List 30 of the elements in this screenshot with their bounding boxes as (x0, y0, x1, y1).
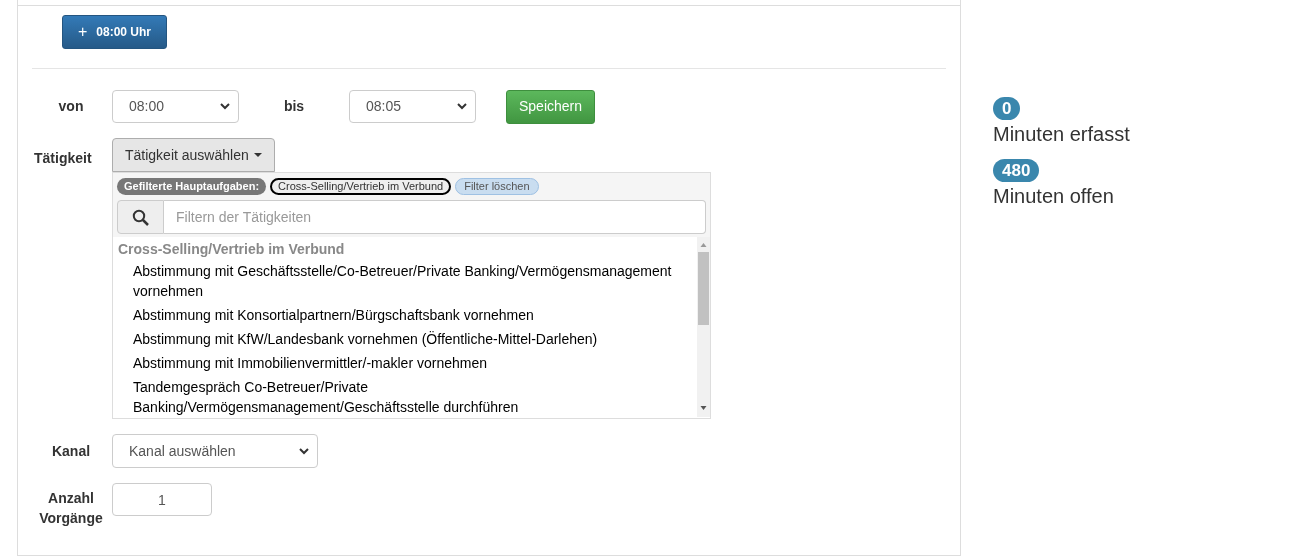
activity-option[interactable]: Abstimmung mit Immobilienvermittler/-makler vornehmen (118, 351, 697, 375)
chevron-down-icon (457, 103, 467, 110)
end-time-select[interactable]: 08:05 (349, 90, 476, 123)
filter-tag[interactable]: Cross-Selling/Vertrieb im Verbund (270, 178, 452, 195)
search-field[interactable]: Filtern der Tätigkeiten (164, 200, 706, 234)
caret-icon (253, 153, 262, 157)
add-time-button[interactable]: + 08:00 Uhr (62, 15, 168, 49)
channel-select[interactable]: Kanal auswählen (112, 434, 318, 468)
activity-option[interactable]: Abstimmung mit Geschäftsstelle/Co-Betreuer/Private Banking/Vermögensmanagement vornehmen (118, 259, 697, 303)
activity-option[interactable]: Abstimmung mit Konsortialpartnern/Bürgschaftsbank vornehmen (118, 303, 697, 327)
activity-dropdown-button[interactable]: Tätigkeit auswählen (112, 138, 275, 172)
chevron-down-icon (299, 447, 309, 455)
count-badge: 0 (993, 97, 1021, 120)
field-label: Anzahl Vorgänge (38, 489, 104, 528)
field-label: Tätigkeit (34, 150, 92, 166)
search-icon (132, 208, 149, 226)
chevron-down-icon (220, 103, 230, 110)
field-label: von (58, 97, 84, 116)
stat-label: Minuten offen (993, 184, 1115, 209)
activity-option[interactable]: Tandemgespräch Co-Betreuer/Private Banking/Vermögensmanagement/Geschäftsstelle durchführen (118, 375, 697, 418)
start-time-select[interactable]: 08:00 (112, 90, 239, 123)
group-header: Cross-Selling/Vertrieb im Verbund (118, 240, 346, 259)
clear-filter-button[interactable]: Filter löschen (455, 178, 539, 195)
stat-label: Minuten erfasst (993, 122, 1130, 147)
filter-label: Gefilterte Hauptaufgaben: (117, 178, 267, 195)
count-badge: 480 (993, 159, 1040, 182)
count-input[interactable]: 1 (112, 483, 212, 516)
field-label: Kanal (51, 441, 91, 461)
activity-option[interactable]: Abstimmung mit KfW/Landesbank vornehmen (Öffentliche-Mittel-Darlehen) (118, 327, 697, 351)
field-label: bis (283, 97, 305, 116)
